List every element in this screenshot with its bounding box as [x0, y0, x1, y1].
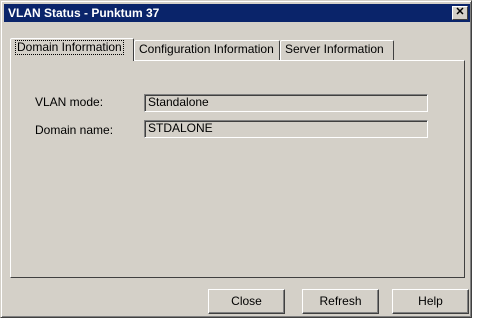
tab-configuration-information[interactable]: Configuration Information [134, 40, 280, 60]
close-icon: ✕ [455, 6, 465, 18]
help-button[interactable]: Help [392, 289, 469, 314]
title-bar[interactable]: VLAN Status - Punktum 37 ✕ [4, 4, 470, 22]
tab-label: Server Information [285, 42, 384, 56]
close-window-button[interactable]: ✕ [452, 6, 468, 20]
close-button[interactable]: Close [208, 289, 285, 314]
vlan-status-dialog: VLAN Status - Punktum 37 ✕ Domain Inform… [0, 0, 472, 318]
vlan-mode-label: VLAN mode: [35, 95, 104, 109]
refresh-button[interactable]: Refresh [302, 289, 379, 314]
domain-name-field: STDALONE [144, 120, 428, 138]
domain-name-label: Domain name: [35, 123, 114, 137]
tab-domain-information[interactable]: Domain Information [10, 38, 134, 61]
vlan-mode-field: Standalone [144, 94, 428, 112]
window-title: VLAN Status - Punktum 37 [8, 6, 160, 20]
tab-label: Configuration Information [139, 42, 274, 56]
domain-information-panel: VLAN mode: Standalone Domain name: STDAL… [10, 60, 465, 278]
tab-label: Domain Information [15, 40, 124, 55]
tab-server-information[interactable]: Server Information [280, 40, 394, 60]
